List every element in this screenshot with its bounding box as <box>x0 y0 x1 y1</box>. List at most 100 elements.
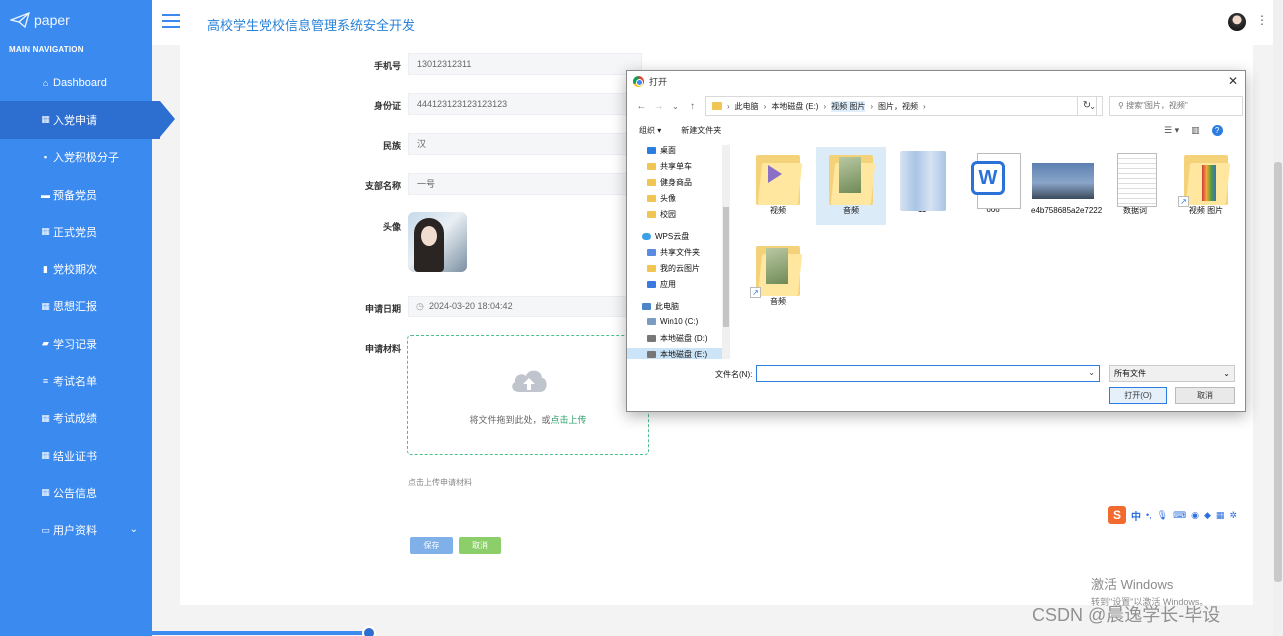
file-item[interactable]: W 666 <box>958 147 1028 214</box>
tree-item[interactable]: 健身商品 <box>647 177 729 188</box>
forward-arrow-icon[interactable]: → <box>650 101 667 112</box>
activation-title: 激活 Windows <box>1091 577 1174 592</box>
ime-toolbar: S 中 •, 🎙 ⌨ ◉ ◆ ▦ ✲ <box>1108 506 1237 524</box>
organize-button[interactable]: 组织 ▾ <box>639 125 661 136</box>
breadcrumb-item[interactable]: 本地磁盘 (E:) <box>771 101 818 112</box>
view-mode-icon[interactable]: ☰ ▾ <box>1164 125 1179 136</box>
chevron-down-icon: ⌄ <box>129 523 138 535</box>
phone-field[interactable]: 13012312311 <box>408 53 642 75</box>
ime-mode[interactable]: 中 <box>1131 508 1141 523</box>
sidebar-item-exam-list[interactable]: ≡ 考试名单 <box>0 362 152 399</box>
keyboard-icon[interactable]: ⌨ <box>1173 510 1186 521</box>
dialog-nav-row: ← → ⌄ ↑ › 此电脑 › 本地磁盘 (E:) › 视频 图片 › 图片，视… <box>633 96 1243 116</box>
grid-icon: ▦ <box>41 412 50 423</box>
filename-label: 文件名(N): <box>715 370 753 379</box>
dialog-titlebar: 打开 <box>633 75 667 88</box>
ethnicity-field[interactable]: 汉 <box>408 133 642 155</box>
tree-item[interactable]: 桌面⚲ <box>647 145 729 156</box>
id-card-field[interactable]: 444123123123123123 <box>408 93 642 115</box>
up-arrow-icon[interactable]: ↑ <box>684 101 701 112</box>
sidebar-item-study-records[interactable]: ▰ 学习记录 <box>0 325 152 362</box>
file-item[interactable]: ↗ 视频 图片 <box>1171 147 1241 216</box>
sidebar-item-sessions[interactable]: ▮ 党校期次 <box>0 250 152 287</box>
settings-icon[interactable]: ✲ <box>1229 510 1237 521</box>
sidebar-item-reports[interactable]: ▦ 思想汇报 <box>0 288 152 325</box>
avatar-image[interactable] <box>408 212 467 272</box>
page-scrollbar-thumb[interactable] <box>1274 162 1282 582</box>
cancel-button[interactable]: 取消 <box>459 537 501 554</box>
file-name: 音频 <box>843 206 859 215</box>
drive-icon <box>647 335 656 342</box>
filetype-value: 所有文件 <box>1114 369 1146 378</box>
tree-item[interactable]: WPS云盘 <box>642 231 729 242</box>
sidebar-item-exam-scores[interactable]: ▦ 考试成绩 <box>0 400 152 437</box>
branch-label: 支部名称 <box>364 181 401 191</box>
skin-icon[interactable]: ◉ <box>1191 510 1199 521</box>
file-item[interactable]: 音频 <box>816 147 886 225</box>
dialog-cancel-button[interactable]: 取消 <box>1175 387 1235 404</box>
sidebar-item-activists[interactable]: ▪ 入党积极分子 <box>0 139 152 176</box>
sidebar-item-dashboard[interactable]: ⌂ Dashboard <box>0 64 152 101</box>
file-item[interactable]: 视频 <box>743 147 813 216</box>
file-item[interactable]: 数据词 <box>1100 147 1170 216</box>
file-item[interactable]: 11 <box>887 147 957 214</box>
tree-item[interactable]: Win10 (C:) <box>647 317 729 326</box>
paper-plane-icon <box>10 12 30 28</box>
grid-icon[interactable]: ▦ <box>1216 510 1225 521</box>
refresh-icon[interactable]: ↻ <box>1077 96 1097 116</box>
list-icon: ≡ <box>42 376 49 387</box>
open-button[interactable]: 打开(O) <box>1109 387 1167 404</box>
horizontal-scroll-knob[interactable] <box>362 626 376 636</box>
tree-item[interactable]: 本地磁盘 (D:) <box>647 333 729 344</box>
sidebar-item-certificates[interactable]: ▦ 结业证书 <box>0 437 152 474</box>
tree-scrollbar-thumb[interactable] <box>723 207 729 327</box>
filetype-select[interactable]: 所有文件 ⌄ <box>1109 365 1235 382</box>
recent-chevron-icon[interactable]: ⌄ <box>667 102 684 111</box>
logo[interactable]: paper <box>10 9 70 31</box>
menu-toggle-icon[interactable] <box>162 14 180 28</box>
upload-dropzone[interactable]: 将文件拖到此处，或点击上传 <box>407 335 649 455</box>
tree-item[interactable]: 我的云图片 <box>647 263 729 274</box>
sidebar-item-party-application[interactable]: ▦ 入党申请 <box>0 101 175 139</box>
sidebar-item-user-profile[interactable]: ▭ 用户资料 ⌄ <box>0 512 152 549</box>
microphone-icon[interactable]: 🎙 <box>1157 510 1168 521</box>
back-arrow-icon[interactable]: ← <box>633 101 650 112</box>
file-item[interactable]: e4b758685a2e7222 <box>1029 147 1102 217</box>
chevron-down-icon[interactable]: ⌄ <box>1088 368 1095 377</box>
punctuation-icon[interactable]: •, <box>1146 510 1152 520</box>
preview-pane-icon[interactable]: ▥ <box>1191 125 1200 136</box>
breadcrumb-item[interactable]: 视频 图片 <box>831 100 866 112</box>
close-icon[interactable]: ✕ <box>1228 74 1238 88</box>
file-item[interactable]: ↗ 音频 <box>743 238 813 307</box>
tree-item[interactable]: 校园 <box>647 209 729 220</box>
tree-item[interactable]: 应用 <box>647 279 729 290</box>
sidebar-item-full-members[interactable]: ▦ 正式党员 <box>0 213 152 250</box>
help-icon[interactable]: ? <box>1211 125 1223 136</box>
more-options-icon[interactable]: ⋮ <box>1256 13 1268 27</box>
address-bar[interactable]: › 此电脑 › 本地磁盘 (E:) › 视频 图片 › 图片，视频 › ⌄ <box>705 96 1103 116</box>
tree-item[interactable]: 共享单车 <box>647 161 729 172</box>
upload-link[interactable]: 点击上传 <box>551 415 587 425</box>
breadcrumb-item[interactable]: 此电脑 <box>735 101 759 112</box>
new-folder-button[interactable]: 新建文件夹 <box>681 125 721 136</box>
sidebar-item-announcements[interactable]: ▦ 公告信息 <box>0 474 152 511</box>
user-avatar[interactable] <box>1228 13 1246 31</box>
sidebar-item-probationary[interactable]: ▬ 预备党员 <box>0 176 152 213</box>
sidebar-item-label: 公告信息 <box>53 487 97 500</box>
branch-field[interactable]: 一号 <box>408 173 642 195</box>
tree-item[interactable]: 此电脑 <box>642 301 729 312</box>
tree-item[interactable]: 本地磁盘 (E:) <box>627 348 727 359</box>
filename-input[interactable]: ⌄ <box>756 365 1100 382</box>
application-date-field[interactable]: ◷ 2024-03-20 18:04:42 <box>408 296 642 317</box>
share-icon <box>647 249 656 256</box>
tree-item-label: 桌面 <box>660 146 676 155</box>
tree-item[interactable]: 头像 <box>647 193 729 204</box>
dialog-search-input[interactable]: ⚲ 搜索"图片，视频" <box>1109 96 1243 116</box>
save-button[interactable]: 保存 <box>410 537 453 554</box>
gamepad-icon[interactable]: ◆ <box>1204 510 1211 521</box>
sogou-logo-icon[interactable]: S <box>1108 506 1126 524</box>
view-controls: ☰ ▾ ▥ ? <box>1164 125 1223 136</box>
tree-item[interactable]: 共享文件夹 <box>647 247 729 258</box>
image-thumbnail-icon <box>900 151 946 211</box>
breadcrumb-item[interactable]: 图片，视频 <box>878 101 918 112</box>
